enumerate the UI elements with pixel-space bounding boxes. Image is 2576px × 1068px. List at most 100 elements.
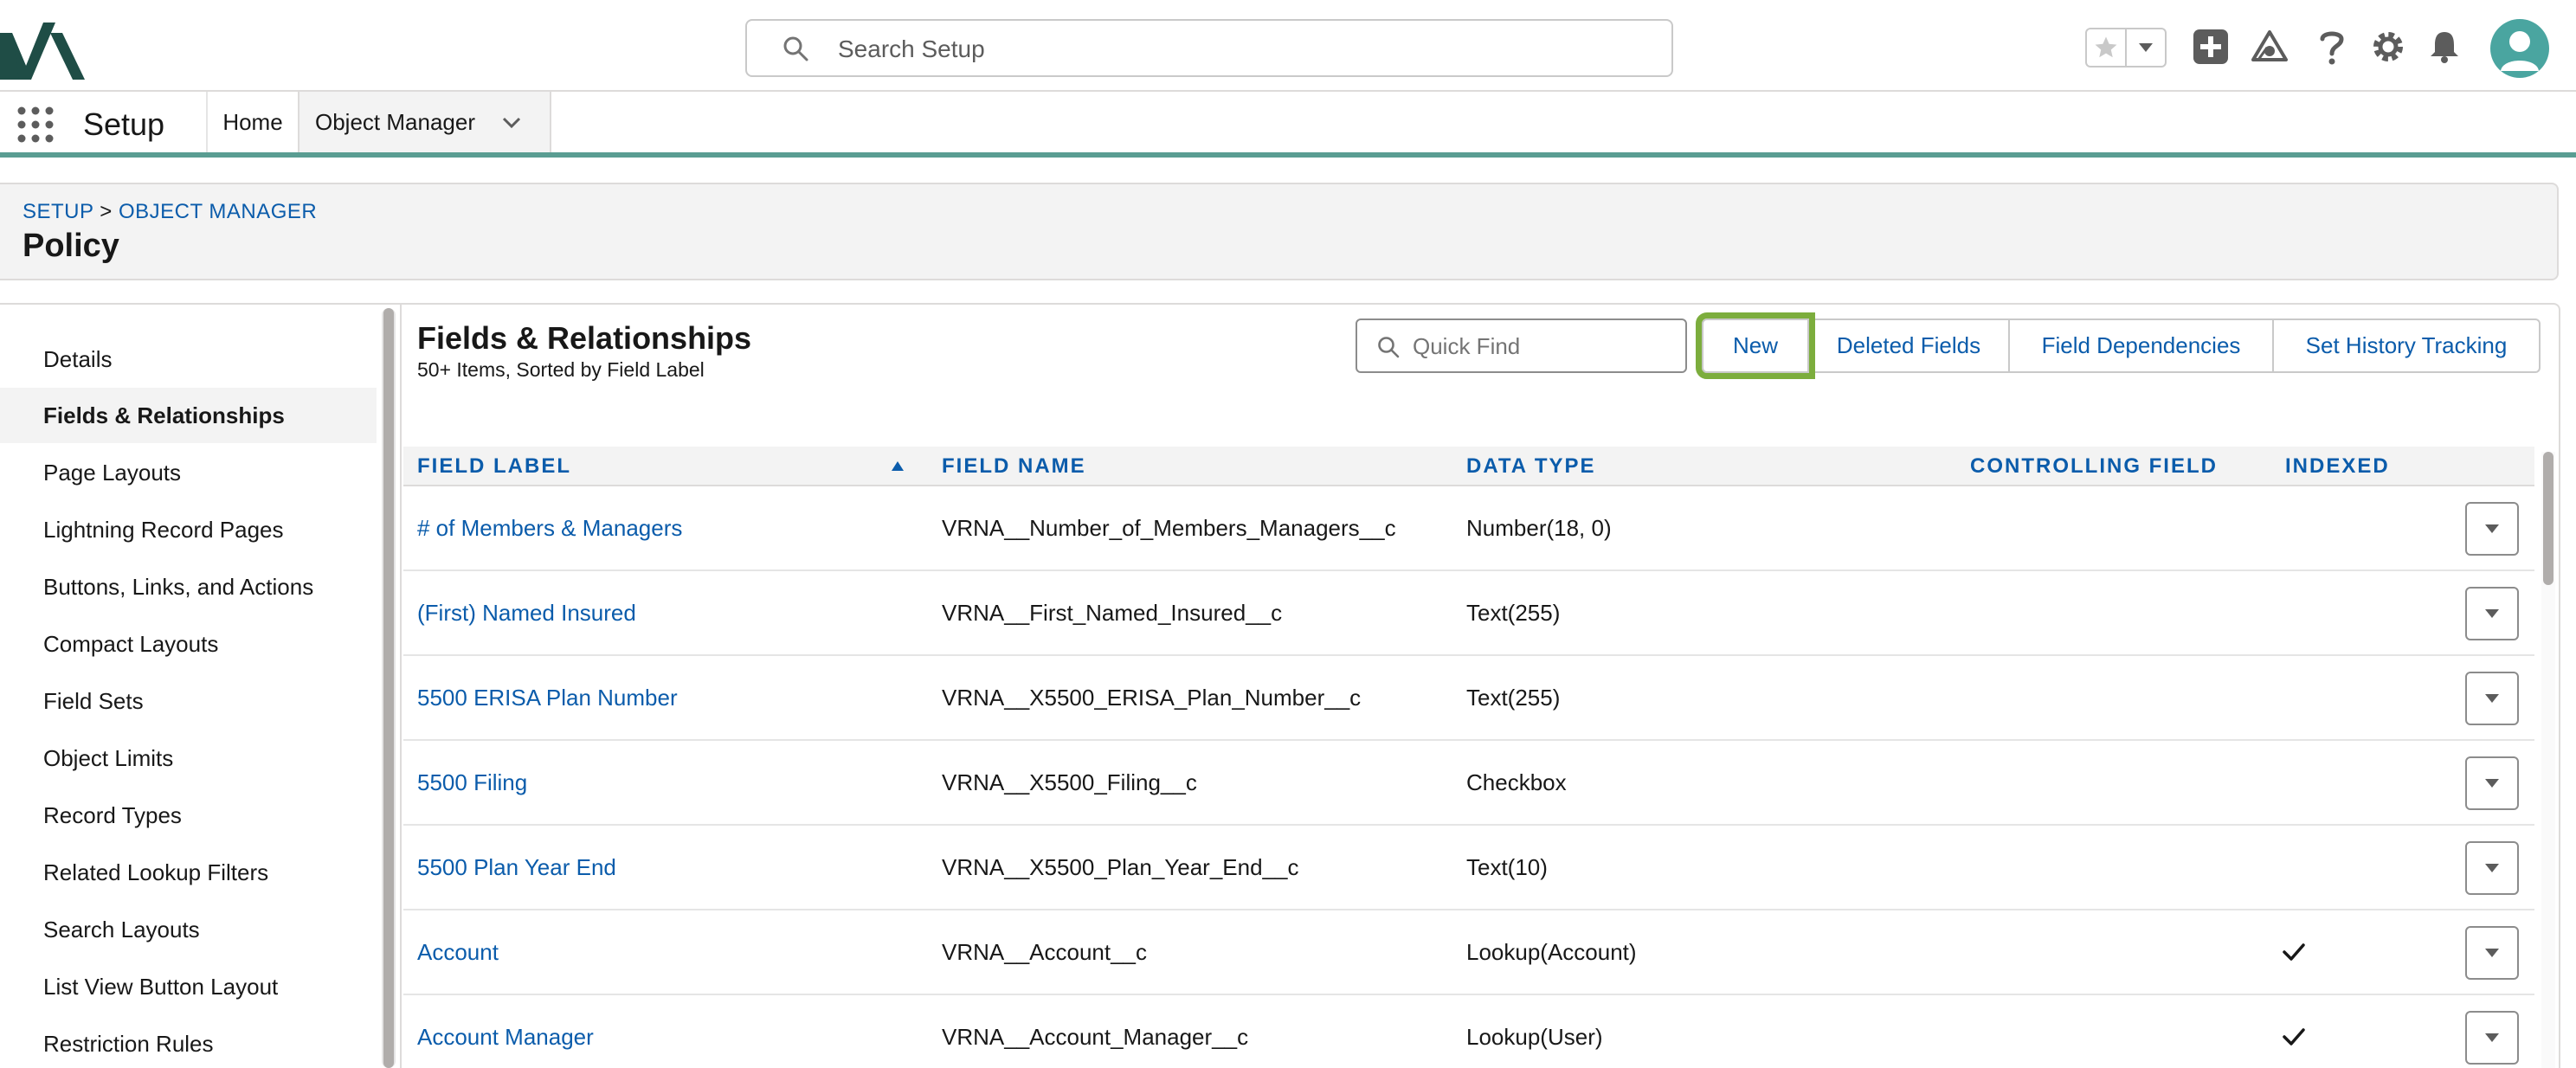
- checkmark-icon: [2283, 1028, 2305, 1045]
- sidebar-item-buttons-links-actions[interactable]: Buttons, Links, and Actions: [0, 559, 377, 614]
- favorites-group: [2085, 28, 2167, 68]
- field-label-link[interactable]: 5500 Filing: [417, 741, 527, 824]
- chevron-down-icon: [2485, 949, 2499, 957]
- object-sidebar: Details Fields & Relationships Page Layo…: [0, 305, 377, 1068]
- app-logo[interactable]: [0, 14, 87, 80]
- field-api-name: VRNA__X5500_Plan_Year_End__c: [942, 853, 1299, 880]
- page-title: Policy: [23, 228, 119, 264]
- field-label-link[interactable]: 5500 ERISA Plan Number: [417, 656, 678, 739]
- row-actions-button[interactable]: [2465, 1011, 2519, 1065]
- global-add-icon[interactable]: [2188, 24, 2233, 69]
- field-actions-button-group: New Deleted Fields Field Dependencies Se…: [1696, 312, 2541, 379]
- table-row: 5500 ERISA Plan Number VRNA__X5500_ERISA…: [403, 656, 2534, 741]
- column-header-data-type[interactable]: DATA TYPE: [1466, 447, 1596, 486]
- row-actions-button[interactable]: [2465, 502, 2519, 556]
- table-scrollbar[interactable]: [2541, 452, 2555, 1068]
- help-icon[interactable]: [2309, 24, 2354, 69]
- field-label-link[interactable]: Account Manager: [417, 995, 594, 1068]
- favorites-caret-icon[interactable]: [2127, 29, 2165, 66]
- chevron-down-icon: [2485, 864, 2499, 872]
- row-actions-button[interactable]: [2465, 926, 2519, 980]
- quick-find-input[interactable]: [1413, 331, 1672, 362]
- table-scrollbar-thumb[interactable]: [2543, 452, 2553, 585]
- field-label-link[interactable]: 5500 Plan Year End: [417, 826, 616, 909]
- content-title: Fields & Relationships: [417, 320, 752, 356]
- chevron-down-icon: [2485, 1033, 2499, 1042]
- sidebar-item-fields-relationships[interactable]: Fields & Relationships: [0, 388, 377, 443]
- set-history-tracking-button[interactable]: Set History Tracking: [2272, 318, 2541, 373]
- breadcrumb-setup-link[interactable]: SETUP: [23, 200, 93, 223]
- field-data-type: Lookup(Account): [1466, 938, 1637, 965]
- table-header: FIELD LABEL FIELD NAME DATA TYPE CONTROL…: [403, 447, 2534, 486]
- tab-object-manager[interactable]: Object Manager: [298, 92, 551, 152]
- new-field-button[interactable]: New: [1696, 312, 1815, 379]
- notifications-bell-icon[interactable]: [2422, 24, 2467, 69]
- sort-ascending-icon[interactable]: [890, 459, 905, 474]
- sidebar-item-details[interactable]: Details: [0, 331, 377, 387]
- field-label-link[interactable]: # of Members & Managers: [417, 486, 682, 569]
- field-api-name: VRNA__X5500_ERISA_Plan_Number__c: [942, 684, 1362, 711]
- sidebar-item-compact-layouts[interactable]: Compact Layouts: [0, 616, 377, 672]
- sidebar-item-search-layouts[interactable]: Search Layouts: [0, 902, 377, 957]
- row-actions-button[interactable]: [2465, 841, 2519, 895]
- deleted-fields-button[interactable]: Deleted Fields: [1807, 318, 2010, 373]
- sidebar-item-object-limits[interactable]: Object Limits: [0, 730, 377, 786]
- sidebar-item-lightning-record-pages[interactable]: Lightning Record Pages: [0, 502, 377, 557]
- sidebar-scrollbar-thumb[interactable]: [383, 308, 394, 1068]
- global-header: Search Setup: [0, 0, 2576, 92]
- checkmark-icon: [2283, 943, 2305, 961]
- trailhead-icon[interactable]: [2247, 24, 2292, 69]
- table-row: Account Manager VRNA__Account_Manager__c…: [403, 995, 2534, 1068]
- field-data-type: Text(10): [1466, 853, 1548, 880]
- search-placeholder: Search Setup: [838, 35, 985, 62]
- column-header-field-name[interactable]: FIELD NAME: [942, 447, 1086, 486]
- row-actions-button[interactable]: [2465, 587, 2519, 640]
- chevron-down-icon[interactable]: [501, 113, 522, 133]
- field-label-link[interactable]: Account: [417, 910, 499, 994]
- chevron-down-icon: [2485, 609, 2499, 618]
- sidebar-divider: [400, 305, 402, 1068]
- tab-home[interactable]: Home: [208, 92, 298, 152]
- sidebar-item-field-sets[interactable]: Field Sets: [0, 673, 377, 729]
- sidebar-item-related-lookup-filters[interactable]: Related Lookup Filters: [0, 845, 377, 900]
- table-row: Account VRNA__Account__c Lookup(Account): [403, 910, 2534, 995]
- row-actions-button[interactable]: [2465, 672, 2519, 725]
- field-api-name: VRNA__Account_Manager__c: [942, 1023, 1249, 1050]
- column-header-controlling-field[interactable]: CONTROLLING FIELD: [1970, 447, 2218, 486]
- table-row: 5500 Plan Year End VRNA__X5500_Plan_Year…: [403, 826, 2534, 910]
- setup-gear-icon[interactable]: [2366, 24, 2411, 69]
- field-dependencies-button[interactable]: Field Dependencies: [2008, 318, 2274, 373]
- setup-search-input[interactable]: Search Setup: [745, 19, 1673, 77]
- field-label-link[interactable]: (First) Named Insured: [417, 571, 636, 654]
- table-row: (First) Named Insured VRNA__First_Named_…: [403, 571, 2534, 656]
- sidebar-item-record-types[interactable]: Record Types: [0, 788, 377, 843]
- row-actions-button[interactable]: [2465, 756, 2519, 810]
- chevron-down-icon: [2485, 524, 2499, 533]
- field-api-name: VRNA__Account__c: [942, 938, 1148, 965]
- field-data-type: Number(18, 0): [1466, 514, 1612, 541]
- breadcrumb-separator: >: [93, 200, 119, 223]
- chevron-down-icon: [2485, 694, 2499, 703]
- column-header-field-label[interactable]: FIELD LABEL: [417, 447, 571, 486]
- field-data-type: Checkbox: [1466, 769, 1567, 795]
- tab-object-manager-label: Object Manager: [315, 108, 475, 135]
- sidebar-item-list-view-button-layout[interactable]: List View Button Layout: [0, 959, 377, 1014]
- favorites-star-icon[interactable]: [2087, 29, 2127, 66]
- user-avatar[interactable]: [2490, 19, 2549, 78]
- sidebar-item-page-layouts[interactable]: Page Layouts: [0, 445, 377, 500]
- quick-find-field[interactable]: [1356, 318, 1687, 373]
- field-api-name: VRNA__First_Named_Insured__c: [942, 599, 1283, 626]
- page-header: SETUP > OBJECT MANAGER Policy: [0, 183, 2559, 280]
- context-bar: Setup Home Object Manager: [0, 92, 2576, 158]
- field-data-type: Text(255): [1466, 599, 1561, 626]
- sidebar-item-restriction-rules[interactable]: Restriction Rules: [0, 1016, 377, 1068]
- search-icon: [1378, 337, 1400, 358]
- field-api-name: VRNA__Number_of_Members_Managers__c: [942, 514, 1396, 541]
- column-header-indexed[interactable]: INDEXED: [2285, 447, 2390, 486]
- field-data-type: Lookup(User): [1466, 1023, 1603, 1050]
- search-icon: [783, 36, 808, 61]
- sidebar-scrollbar[interactable]: [382, 308, 396, 1068]
- breadcrumb-object-manager-link[interactable]: OBJECT MANAGER: [119, 200, 317, 223]
- content-subtitle: 50+ Items, Sorted by Field Label: [417, 358, 705, 381]
- app-launcher-icon[interactable]: [16, 105, 55, 145]
